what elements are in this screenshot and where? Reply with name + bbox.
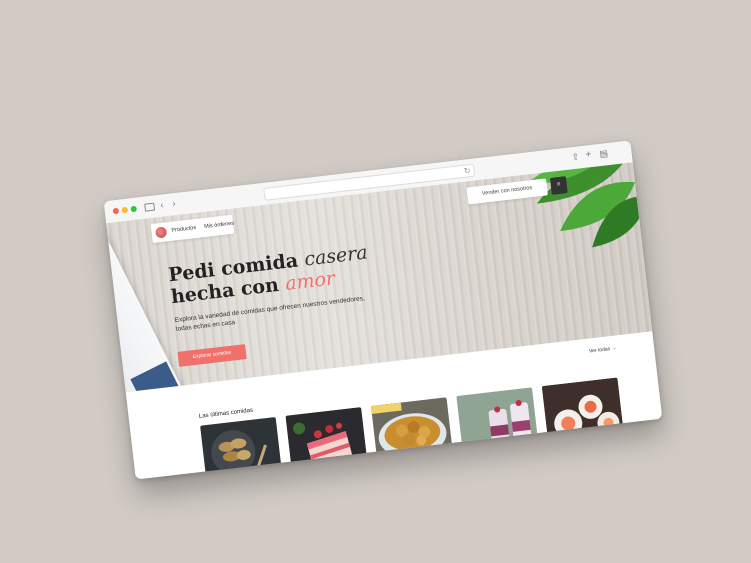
nav-link-orders[interactable]: Mis órdenes [204,220,235,231]
main-nav: Productos Mis órdenes [150,214,235,244]
empanadas-photo [211,430,267,475]
share-icon[interactable]: ⇪ [571,151,580,162]
browser-window: ‹ › ↻ ⇪ + ▤ Productos Mis órdenes Vender… [103,140,663,480]
forward-arrow-icon[interactable]: › [172,198,176,208]
food-card-sushi[interactable] [541,377,625,450]
back-arrow-icon[interactable]: ‹ [160,200,164,210]
mockup-stage: ‹ › ↻ ⇪ + ▤ Productos Mis órdenes Vender… [0,0,751,563]
fried-food-photo [370,402,447,458]
nav-link-products[interactable]: Productos [171,224,197,235]
headline-script-2: amor [284,267,337,295]
menu-button[interactable]: ≡ [549,176,568,195]
food-card-dessert-cups[interactable] [456,387,540,460]
new-tab-icon[interactable]: + [585,149,592,161]
minimize-window-button[interactable] [121,206,129,214]
see-all-link[interactable]: Ver todas → [589,345,617,354]
menu-icon: ≡ [556,181,561,189]
food-card-empanadas[interactable] [200,417,283,480]
cake-photo [285,407,369,480]
logo[interactable] [155,226,168,239]
section-title: Las últimas comidas [198,407,254,420]
dessert-cups-photo [456,387,540,460]
reload-icon[interactable]: ↻ [463,165,471,177]
food-card-fried[interactable] [370,397,454,470]
sidebar-toggle-icon[interactable] [144,202,156,212]
leaves-image [524,162,647,248]
food-card-cake[interactable] [285,407,369,480]
sushi-photo [541,377,625,450]
tab-overview-icon[interactable]: ▤ [599,148,609,159]
close-window-button[interactable] [112,207,120,215]
explore-foods-button[interactable]: Explorar comidas [177,344,247,367]
zoom-window-button[interactable] [130,205,138,213]
cloth-decoration [106,229,188,393]
